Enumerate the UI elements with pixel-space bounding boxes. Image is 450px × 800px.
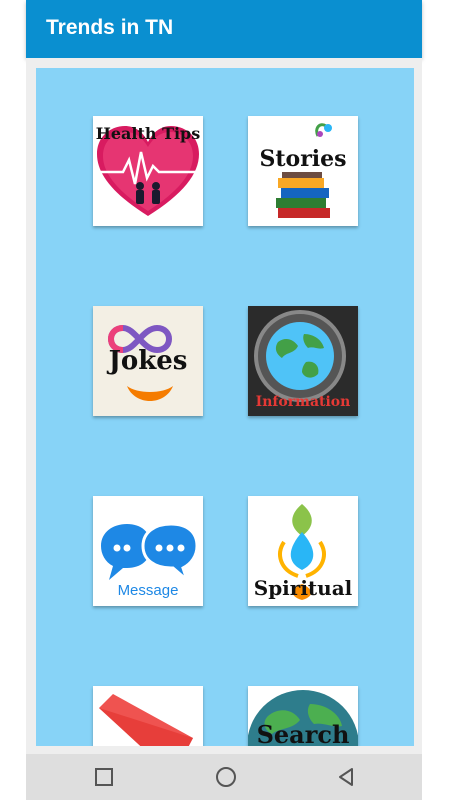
tile-jokes[interactable]: Jokes [93, 306, 203, 416]
home-button[interactable] [206, 762, 246, 792]
left-margin [0, 0, 26, 800]
tile-video[interactable] [93, 686, 203, 746]
home-circle-icon [216, 767, 236, 787]
right-margin [422, 0, 450, 800]
tile-label: Jokes [108, 346, 188, 376]
recents-button[interactable] [84, 762, 124, 792]
recents-square-icon [95, 768, 113, 786]
tile-label: Information [255, 394, 351, 410]
system-nav-bar [26, 754, 422, 800]
tile-label: Health Tips [95, 124, 201, 143]
back-triangle-icon [339, 768, 353, 786]
back-button[interactable] [326, 762, 366, 792]
play-arrow-icon [99, 694, 193, 746]
category-grid[interactable]: Health Tips Stories Jokes Information Me… [36, 68, 414, 746]
tile-search[interactable]: Search [248, 686, 358, 746]
tile-label: Spiritual [253, 576, 353, 600]
app-bar: Trends in TN [26, 0, 422, 58]
tile-information[interactable]: Information [248, 306, 358, 416]
tile-label: Stories [259, 146, 347, 172]
app-title: Trends in TN [46, 16, 174, 39]
tile-stories[interactable]: Stories [248, 116, 358, 226]
phone-screen: Trends in TN Health Tips Stories Jokes I… [0, 0, 450, 800]
tile-health-tips[interactable]: Health Tips [93, 116, 203, 226]
tile-message[interactable]: Message [93, 496, 203, 606]
tile-label: Search [256, 720, 350, 746]
tile-spiritual[interactable]: Spiritual [248, 496, 358, 606]
tile-label: Message [117, 582, 179, 599]
